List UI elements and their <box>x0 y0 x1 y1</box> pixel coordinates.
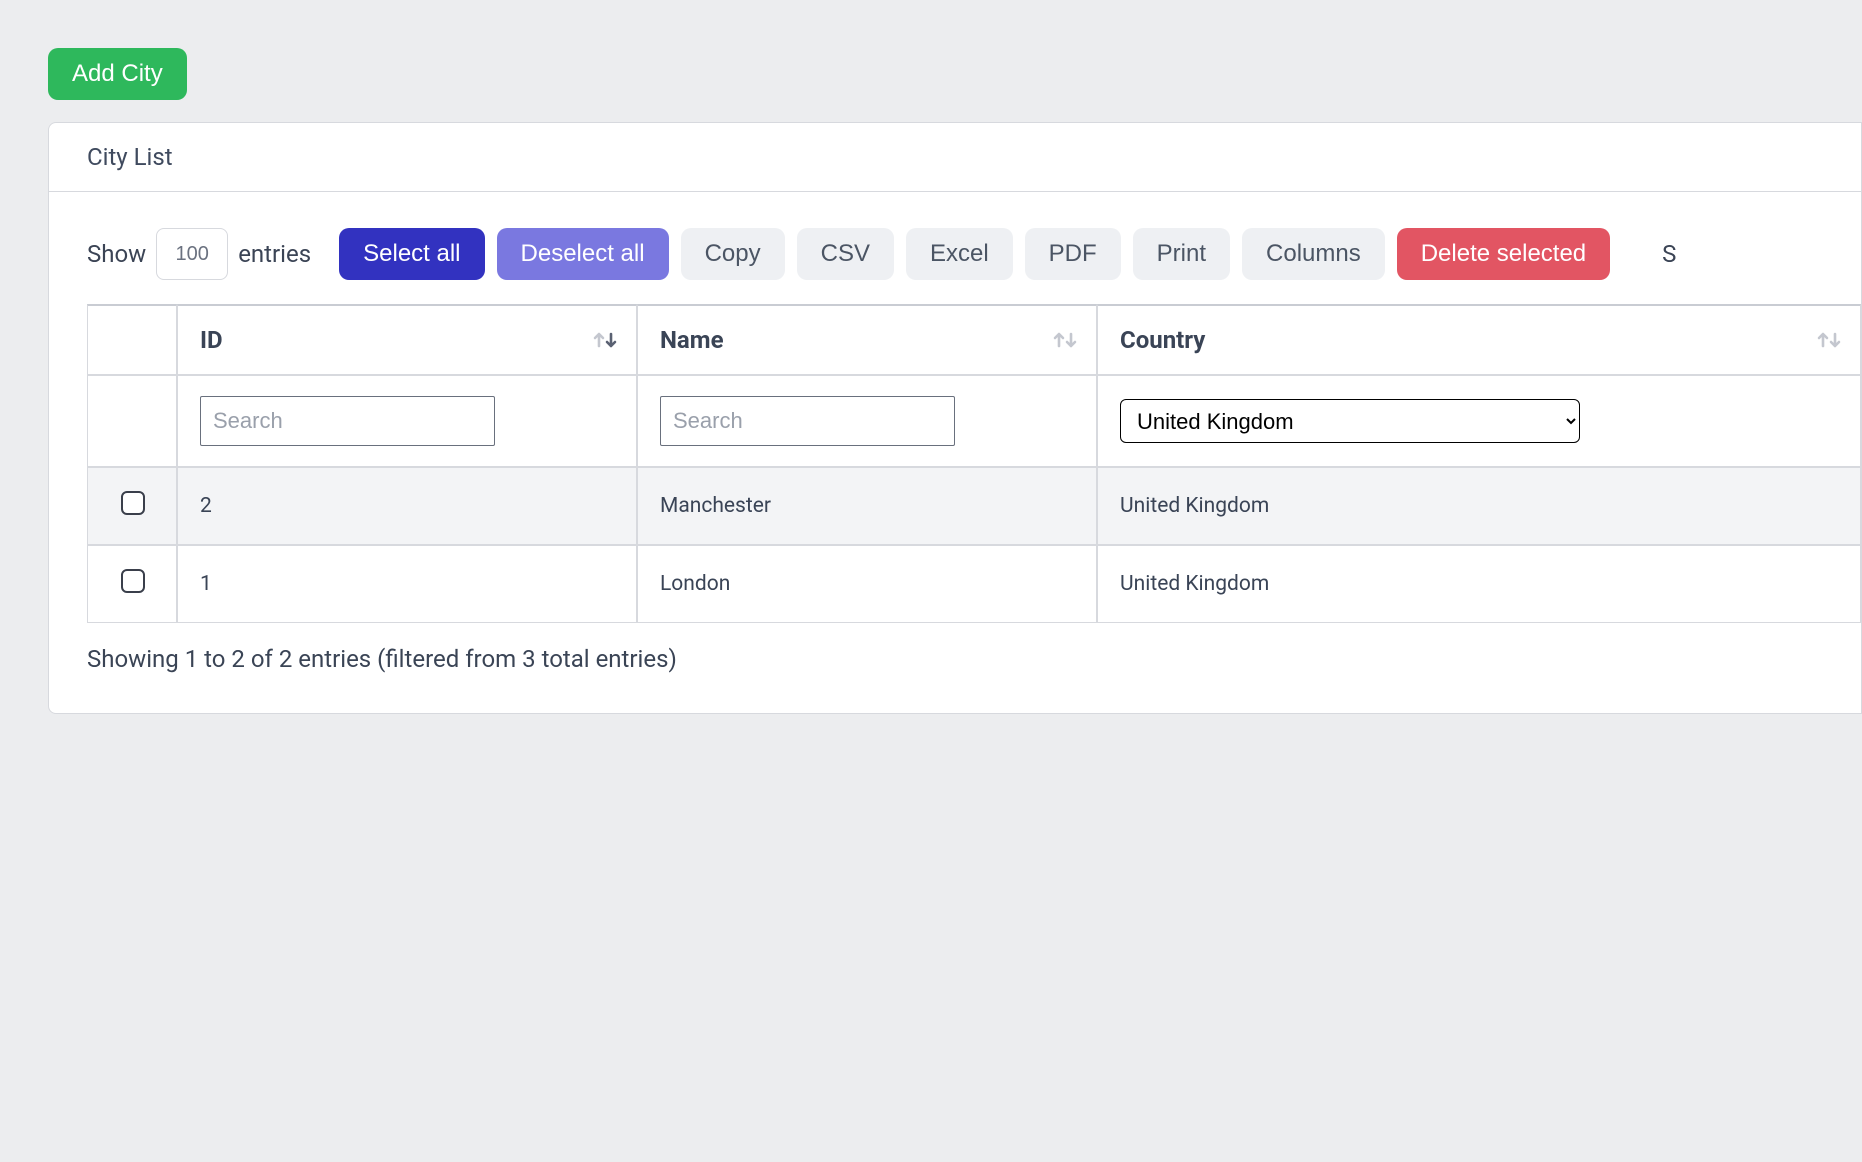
sort-icon <box>1816 328 1842 352</box>
select-all-button[interactable]: Select all <box>339 228 484 280</box>
filter-input-name[interactable] <box>660 396 955 446</box>
sort-icon <box>1052 328 1078 352</box>
copy-button[interactable]: Copy <box>681 228 785 280</box>
length-prefix-label: Show <box>87 240 146 268</box>
search-label-cutoff: S <box>1662 240 1676 268</box>
table-row: 2ManchesterUnited Kingdom <box>87 467 1861 545</box>
table-info-text: Showing 1 to 2 of 2 entries (filtered fr… <box>87 645 1861 673</box>
column-header-name-label: Name <box>660 326 724 354</box>
row-checkbox-cell <box>87 545 177 623</box>
filter-input-id[interactable] <box>200 396 495 446</box>
card-title: City List <box>49 123 1861 192</box>
column-header-id[interactable]: ID <box>177 304 637 375</box>
print-button[interactable]: Print <box>1133 228 1230 280</box>
column-header-id-label: ID <box>200 326 223 354</box>
filter-cell-country: United Kingdom <box>1097 375 1861 467</box>
cell-country: United Kingdom <box>1097 467 1861 545</box>
filter-cell-checkbox <box>87 375 177 467</box>
city-table: ID Name <box>87 304 1861 623</box>
length-suffix-label: entries <box>238 240 311 268</box>
entries-length-input[interactable] <box>156 228 228 280</box>
row-checkbox-cell <box>87 467 177 545</box>
filter-select-country[interactable]: United Kingdom <box>1120 399 1580 443</box>
filter-cell-name <box>637 375 1097 467</box>
city-list-card: City List Show entries Select all Desele… <box>48 122 1862 714</box>
cell-id: 1 <box>177 545 637 623</box>
delete-selected-button[interactable]: Delete selected <box>1397 228 1610 280</box>
sort-desc-icon <box>592 328 618 352</box>
table-row: 1LondonUnited Kingdom <box>87 545 1861 623</box>
row-checkbox[interactable] <box>121 569 145 593</box>
cell-name: London <box>637 545 1097 623</box>
excel-button[interactable]: Excel <box>906 228 1013 280</box>
column-header-country[interactable]: Country <box>1097 304 1861 375</box>
add-city-button[interactable]: Add City <box>48 48 187 100</box>
cell-name: Manchester <box>637 467 1097 545</box>
table-toolbar: Show entries Select all Deselect all Cop… <box>87 228 1861 280</box>
pdf-button[interactable]: PDF <box>1025 228 1121 280</box>
cell-id: 2 <box>177 467 637 545</box>
column-header-checkbox <box>87 304 177 375</box>
csv-button[interactable]: CSV <box>797 228 894 280</box>
deselect-all-button[interactable]: Deselect all <box>497 228 669 280</box>
filter-cell-id <box>177 375 637 467</box>
cell-country: United Kingdom <box>1097 545 1861 623</box>
column-header-country-label: Country <box>1120 326 1205 354</box>
row-checkbox[interactable] <box>121 491 145 515</box>
column-header-name[interactable]: Name <box>637 304 1097 375</box>
columns-button[interactable]: Columns <box>1242 228 1385 280</box>
